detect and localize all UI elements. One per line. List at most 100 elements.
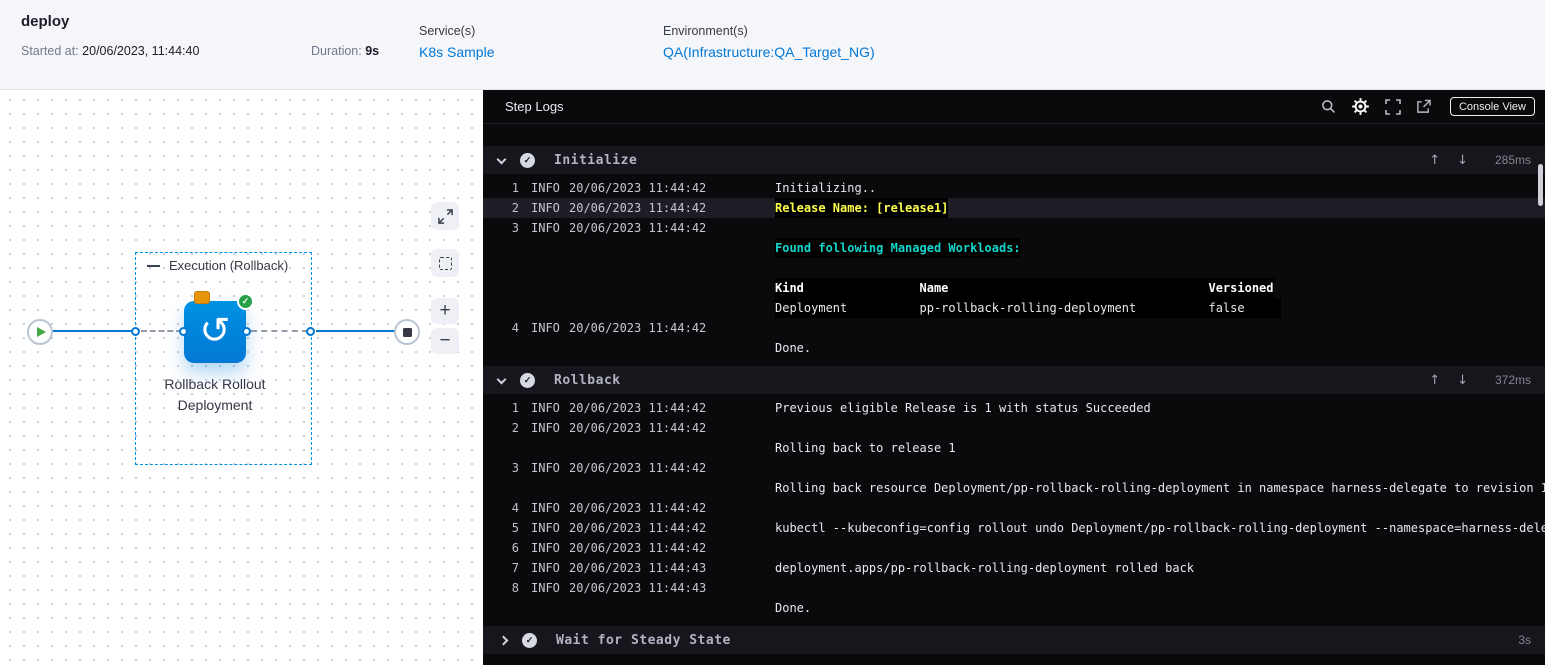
environments-label: Environment(s)	[663, 24, 748, 38]
log-section-title: Rollback	[554, 372, 621, 388]
play-icon	[37, 327, 46, 337]
log-line[interactable]: 2 INFO 20/06/2023 11:44:42 Release Name: [r…	[483, 198, 1545, 218]
log-line[interactable]: 4 INFO 20/06/2023 11:44:42	[483, 318, 1545, 338]
zoom-out-button[interactable]: −	[431, 328, 459, 354]
settings-gear-icon[interactable]	[1351, 97, 1370, 116]
log-line[interactable]	[483, 258, 1545, 278]
log-message: deployment.apps/pp-rollback-rolling-depl…	[775, 561, 1195, 575]
environment-link[interactable]: QA(Infrastructure:QA_Target_NG)	[663, 44, 875, 60]
log-message: kubectl --kubeconfig=config rollout undo…	[775, 521, 1545, 535]
scroll-to-top-icon[interactable]: ↑	[1429, 373, 1440, 388]
log-line[interactable]: Deployment pp-rollback-rolling-deploymen…	[483, 298, 1545, 318]
log-section-wait-for-steady-state: ✓ Wait for Steady State 3s	[483, 626, 1545, 654]
edge-step-to-group	[251, 330, 308, 332]
log-message	[775, 318, 1545, 338]
log-message: Done.	[775, 601, 812, 615]
section-header-right: 3s	[1485, 633, 1531, 647]
marquee-select-button[interactable]	[431, 249, 459, 277]
pipeline-end-node[interactable]	[394, 319, 420, 345]
scroll-to-bottom-icon[interactable]: ↓	[1457, 373, 1468, 388]
log-message: Rolling back resource Deployment/pp-roll…	[775, 481, 1545, 495]
pipeline-start-node[interactable]	[27, 319, 53, 345]
log-message: Found following Managed Workloads:	[775, 238, 1545, 258]
log-message: Previous eligible Release is 1 with stat…	[775, 401, 1151, 415]
log-line[interactable]: Kind Name Versioned	[483, 278, 1545, 298]
log-line[interactable]: 3 INFO 20/06/2023 11:44:42	[483, 458, 1545, 478]
log-line[interactable]: 1 INFO 20/06/2023 11:44:42 Previous eligibl…	[483, 398, 1545, 418]
log-line[interactable]: 1 INFO 20/06/2023 11:44:42 Initializing..	[483, 178, 1545, 198]
connector-dot	[131, 327, 140, 336]
log-message: Deployment pp-rollback-rolling-deploymen…	[775, 298, 1545, 318]
log-section-header-wait-for-steady-state[interactable]: ✓ Wait for Steady State 3s	[483, 626, 1545, 654]
stop-icon	[402, 327, 412, 337]
log-line[interactable]: 7 INFO 20/06/2023 11:44:43 deployment.apps/…	[483, 558, 1545, 578]
log-section-header-rollback[interactable]: ✓ Rollback ↑ ↓ 372ms	[483, 366, 1545, 394]
section-log-lines: 1 INFO 20/06/2023 11:44:42 Previous eligibl…	[483, 398, 1545, 618]
edge-group-to-end	[316, 330, 395, 332]
log-section-title: Wait for Steady State	[556, 632, 731, 648]
service-link[interactable]: K8s Sample	[419, 44, 494, 60]
chevron-down-icon	[496, 374, 507, 384]
log-line[interactable]: 3 INFO 20/06/2023 11:44:42	[483, 218, 1545, 238]
section-log-lines: 1 INFO 20/06/2023 11:44:42 Initializing.. 2 I…	[483, 178, 1545, 358]
log-message	[775, 578, 1545, 598]
zoom-in-button[interactable]: +	[431, 298, 459, 324]
log-line[interactable]: 5 INFO 20/06/2023 11:44:42 kubectl --kubeco…	[483, 518, 1545, 538]
step-type-badge-icon	[194, 291, 210, 304]
services-column: Service(s) K8s Sample	[419, 24, 494, 60]
log-message: Release Name: [release1]	[775, 198, 1545, 218]
expand-icon	[437, 208, 453, 224]
console-header: Step Logs Console View	[483, 90, 1545, 124]
section-duration: 285ms	[1494, 153, 1531, 167]
execution-page: deploy Started at: 20/06/2023, 11:44:40 …	[0, 0, 1545, 665]
log-section-rollback: ✓ Rollback ↑ ↓ 372ms 1 INFO 20/06/2023 11:44:42…	[483, 366, 1545, 618]
log-line[interactable]: 4 INFO 20/06/2023 11:44:42	[483, 498, 1545, 518]
log-line[interactable]: Done.	[483, 338, 1545, 358]
services-label: Service(s)	[419, 24, 476, 38]
log-line[interactable]: Rolling back to release 1	[483, 438, 1545, 458]
started-at-value: 20/06/2023, 11:44:40	[82, 44, 200, 58]
log-message: Kind Name Versioned	[775, 278, 1545, 298]
fullscreen-icon[interactable]	[1385, 98, 1401, 115]
console-view-button[interactable]: Console View	[1449, 97, 1535, 116]
log-line[interactable]: Rolling back resource Deployment/pp-roll…	[483, 478, 1545, 498]
rollback-arrow-icon: ↺	[199, 308, 231, 352]
pipeline-title: deploy	[21, 13, 70, 30]
started-at-label: Started at:	[21, 44, 79, 58]
duration-value: 9s	[365, 44, 380, 58]
duration: Duration: 9s	[311, 44, 379, 58]
log-sections: ✓ Initialize ↑ ↓ 285ms 1 INFO 20/06/2023 11:44:…	[483, 124, 1545, 665]
log-line[interactable]: Found following Managed Workloads:	[483, 238, 1545, 258]
log-line[interactable]: 2 INFO 20/06/2023 11:44:42	[483, 418, 1545, 438]
section-header-right: ↑ ↓ 372ms	[1429, 373, 1531, 388]
scroll-to-bottom-icon[interactable]: ↓	[1457, 153, 1468, 168]
step-logs-panel: Step Logs Console View ✓ Initialize ↑ ↓ …	[483, 90, 1545, 665]
open-in-new-icon[interactable]	[1416, 99, 1431, 114]
log-line[interactable]: Done.	[483, 598, 1545, 618]
console-toolbar: Console View	[1321, 97, 1535, 116]
log-message	[775, 258, 1545, 278]
section-header-right: ↑ ↓ 285ms	[1429, 153, 1531, 168]
section-duration: 3s	[1518, 633, 1531, 647]
collapse-group-icon[interactable]	[147, 264, 160, 267]
check-circle-icon: ✓	[520, 152, 535, 168]
chevron-right-icon	[498, 635, 509, 645]
connector-dot	[306, 327, 315, 336]
execution-group-header: Execution (Rollback)	[147, 258, 288, 273]
step-node-rollback[interactable]: ↺ ✓	[184, 291, 254, 363]
log-message: Initializing..	[775, 181, 877, 195]
log-section-header-initialize[interactable]: ✓ Initialize ↑ ↓ 285ms	[483, 146, 1545, 174]
log-message: Rolling back to release 1	[775, 441, 956, 455]
log-message	[775, 498, 1545, 518]
search-icon[interactable]	[1321, 99, 1336, 114]
check-circle-icon: ✓	[522, 632, 537, 648]
marquee-icon	[438, 256, 452, 270]
log-line[interactable]: 6 INFO 20/06/2023 11:44:42	[483, 538, 1545, 558]
pipeline-canvas[interactable]: Execution (Rollback) ↺ ✓ Rollback Rollou…	[0, 90, 483, 665]
log-section-title: Initialize	[554, 152, 638, 168]
log-line[interactable]: 8 INFO 20/06/2023 11:44:43	[483, 578, 1545, 598]
scrollbar-thumb[interactable]	[1538, 164, 1543, 206]
log-message: Done.	[775, 341, 812, 355]
fit-to-screen-button[interactable]	[431, 202, 459, 230]
scroll-to-top-icon[interactable]: ↑	[1429, 153, 1440, 168]
